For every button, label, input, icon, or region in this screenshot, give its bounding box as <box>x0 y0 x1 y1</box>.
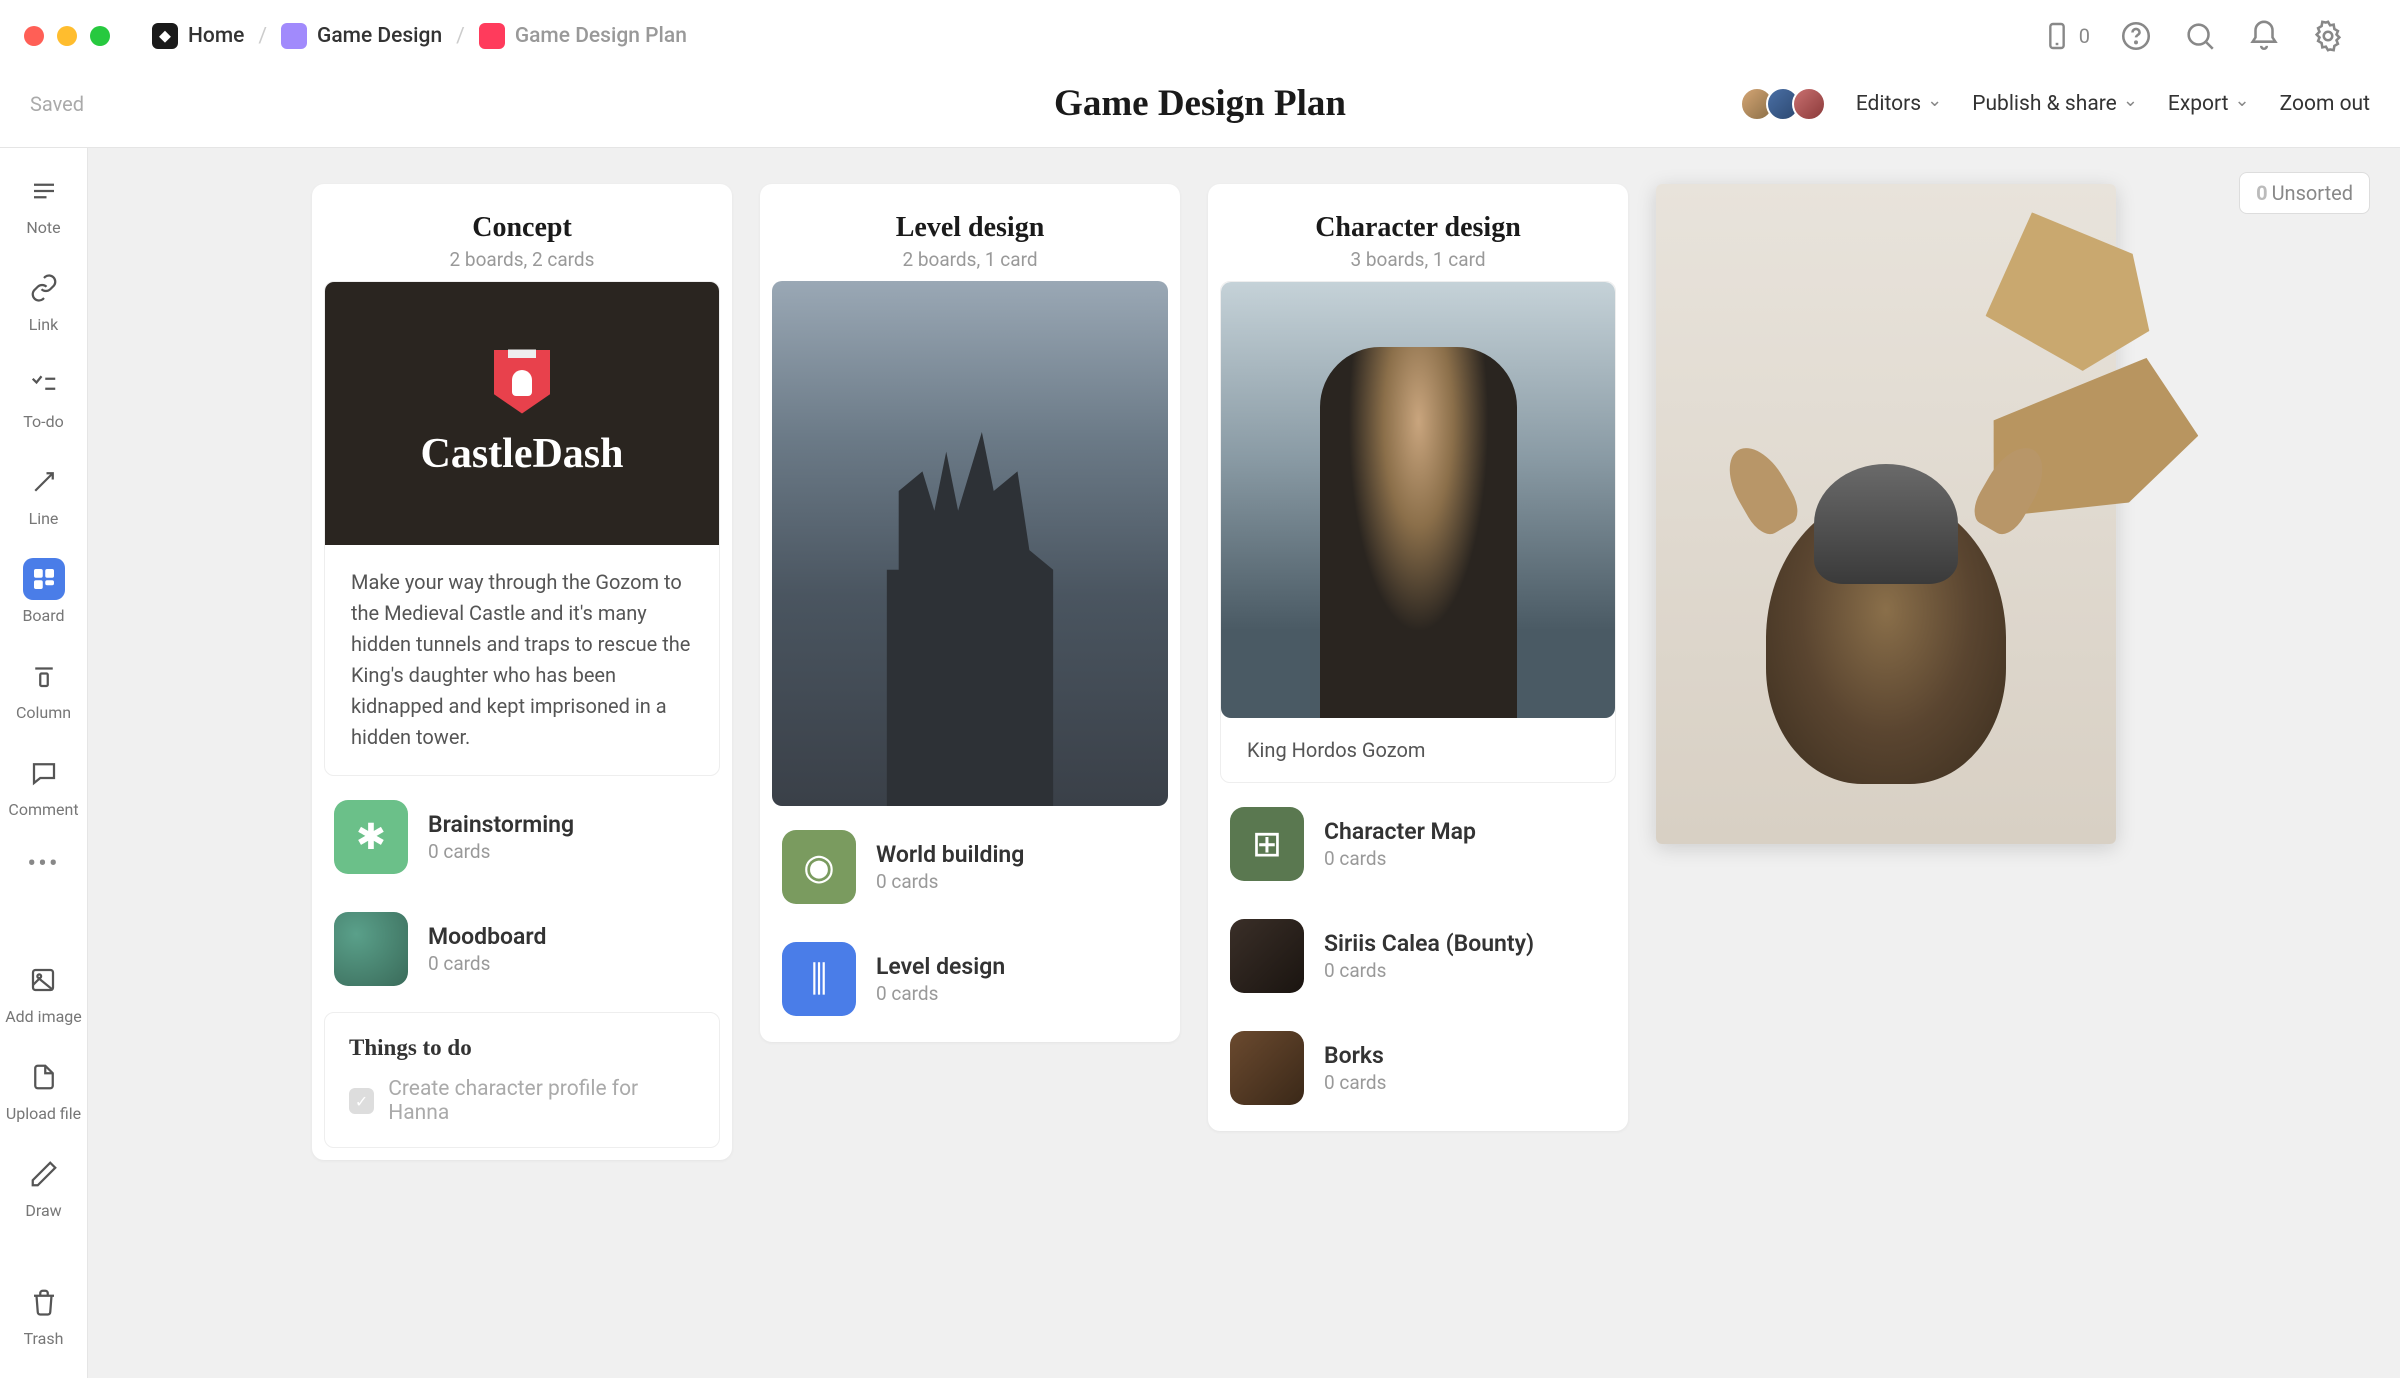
titlebar: ⬥ Home / Game Design / Game Design Plan … <box>0 0 2400 72</box>
hero-card[interactable]: CastleDash Make your way through the Goz… <box>324 281 720 776</box>
tool-link[interactable]: Link <box>23 267 65 334</box>
mobile-view-button[interactable]: 0 <box>2041 20 2090 52</box>
todo-card[interactable]: Things to do ✓ Create character profile … <box>324 1012 720 1148</box>
tool-trash[interactable]: Trash <box>23 1281 65 1348</box>
trash-icon <box>29 1287 59 1317</box>
close-window[interactable] <box>24 26 44 46</box>
settings-button[interactable] <box>2310 18 2346 54</box>
tool-more[interactable]: ••• <box>27 849 59 879</box>
search-icon <box>2183 19 2217 53</box>
publish-dropdown[interactable]: Publish & share <box>1972 92 2138 116</box>
link-level-design[interactable]: ⫼ Level design0 cards <box>772 928 1168 1030</box>
board-concept[interactable]: Concept 2 boards, 2 cards CastleDash Mak… <box>312 184 732 1160</box>
link-brainstorming[interactable]: ✱ Brainstorming0 cards <box>324 786 720 888</box>
tool-add-image[interactable]: Add image <box>5 959 82 1026</box>
gear-icon <box>2311 19 2345 53</box>
puzzle-icon: ✱ <box>334 800 408 874</box>
portrait-icon <box>1230 1031 1304 1105</box>
minimize-window[interactable] <box>57 26 77 46</box>
castle-image[interactable] <box>772 281 1168 806</box>
column-icon <box>29 661 59 691</box>
maximize-window[interactable] <box>90 26 110 46</box>
note-icon <box>29 176 59 206</box>
bell-icon <box>2247 19 2281 53</box>
link-siriis[interactable]: Siriis Calea (Bounty)0 cards <box>1220 905 1616 1007</box>
portrait-icon <box>1230 919 1304 993</box>
link-icon <box>29 273 59 303</box>
canvas[interactable]: 0Unsorted Concept 2 boards, 2 cards Cast… <box>88 148 2400 1378</box>
todo-icon <box>29 370 59 400</box>
tool-upload[interactable]: Upload file <box>6 1056 81 1123</box>
avatar <box>1792 87 1826 121</box>
link-borks[interactable]: Borks0 cards <box>1220 1017 1616 1119</box>
character-card[interactable]: King Hordos Gozom <box>1220 281 1616 783</box>
home-icon: ⬥ <box>152 23 178 49</box>
doc-icon <box>479 23 505 49</box>
tool-comment[interactable]: Comment <box>8 752 78 819</box>
board-icon <box>29 564 59 594</box>
board-character-design[interactable]: Character design 3 boards, 1 card King H… <box>1208 184 1628 1131</box>
crumb-home[interactable]: ⬥ Home <box>152 23 244 49</box>
crumb-label: Game Design Plan <box>515 24 687 48</box>
breadcrumb: ⬥ Home / Game Design / Game Design Plan <box>152 23 687 49</box>
file-icon <box>29 1062 59 1092</box>
phone-icon <box>2041 20 2073 52</box>
search-button[interactable] <box>2182 18 2218 54</box>
tool-draw[interactable]: Draw <box>23 1153 65 1220</box>
breadcrumb-separator: / <box>258 24 267 48</box>
help-icon <box>2119 19 2153 53</box>
character-image <box>1221 282 1615 718</box>
editor-avatars[interactable] <box>1740 87 1826 121</box>
board-title[interactable]: Level design <box>772 212 1168 244</box>
pencil-icon <box>29 1159 59 1189</box>
link-moodboard[interactable]: Moodboard0 cards <box>324 898 720 1000</box>
moodboard-icon <box>334 912 408 986</box>
editors-dropdown[interactable]: Editors <box>1856 92 1942 116</box>
map-icon: ⊞ <box>1230 807 1304 881</box>
game-logo-icon <box>494 350 550 418</box>
tool-todo[interactable]: To-do <box>23 364 65 431</box>
todo-item[interactable]: ✓ Create character profile for Hanna <box>349 1077 695 1125</box>
export-dropdown[interactable]: Export <box>2168 92 2250 116</box>
save-status: Saved <box>30 92 84 116</box>
image-icon <box>28 965 58 995</box>
unsorted-pill[interactable]: 0Unsorted <box>2239 172 2370 214</box>
board-subtitle: 2 boards, 2 cards <box>324 248 720 271</box>
card-description: Make your way through the Gozom to the M… <box>325 545 719 775</box>
board-level-design[interactable]: Level design 2 boards, 1 card ◉ World bu… <box>760 184 1180 1042</box>
link-character-map[interactable]: ⊞ Character Map0 cards <box>1220 793 1616 895</box>
checkbox-icon[interactable]: ✓ <box>349 1088 374 1114</box>
folder-icon <box>281 23 307 49</box>
crumb-game-design[interactable]: Game Design <box>281 23 442 49</box>
page-title[interactable]: Game Design Plan <box>1054 82 1346 125</box>
document-header: Saved Game Design Plan Editors Publish &… <box>0 72 2400 147</box>
more-icon: ••• <box>27 849 59 879</box>
phone-count: 0 <box>2079 24 2090 48</box>
zoom-out-button[interactable]: Zoom out <box>2280 92 2370 116</box>
crumb-current[interactable]: Game Design Plan <box>479 23 687 49</box>
skull-image[interactable] <box>1656 184 2116 844</box>
board-subtitle: 2 boards, 1 card <box>772 248 1168 271</box>
tool-column[interactable]: Column <box>16 655 71 722</box>
line-icon <box>29 467 59 497</box>
image-caption: King Hordos Gozom <box>1221 718 1615 782</box>
tool-board[interactable]: Board <box>22 558 64 625</box>
board-title[interactable]: Concept <box>324 212 720 244</box>
globe-icon: ◉ <box>782 830 856 904</box>
crumb-label: Home <box>188 24 244 48</box>
todo-heading: Things to do <box>349 1035 695 1061</box>
breadcrumb-separator: / <box>456 24 465 48</box>
link-world-building[interactable]: ◉ World building0 cards <box>772 816 1168 918</box>
comment-icon <box>29 758 59 788</box>
hero-title: CastleDash <box>420 430 623 478</box>
board-title[interactable]: Character design <box>1220 212 1616 244</box>
board-subtitle: 3 boards, 1 card <box>1220 248 1616 271</box>
notifications-button[interactable] <box>2246 18 2282 54</box>
crumb-label: Game Design <box>317 24 442 48</box>
help-button[interactable] <box>2118 18 2154 54</box>
hierarchy-icon: ⫼ <box>782 942 856 1016</box>
tool-line[interactable]: Line <box>23 461 65 528</box>
tool-sidebar: Note Link To-do Line Board Column Commen… <box>0 148 88 1378</box>
tool-note[interactable]: Note <box>23 170 65 237</box>
